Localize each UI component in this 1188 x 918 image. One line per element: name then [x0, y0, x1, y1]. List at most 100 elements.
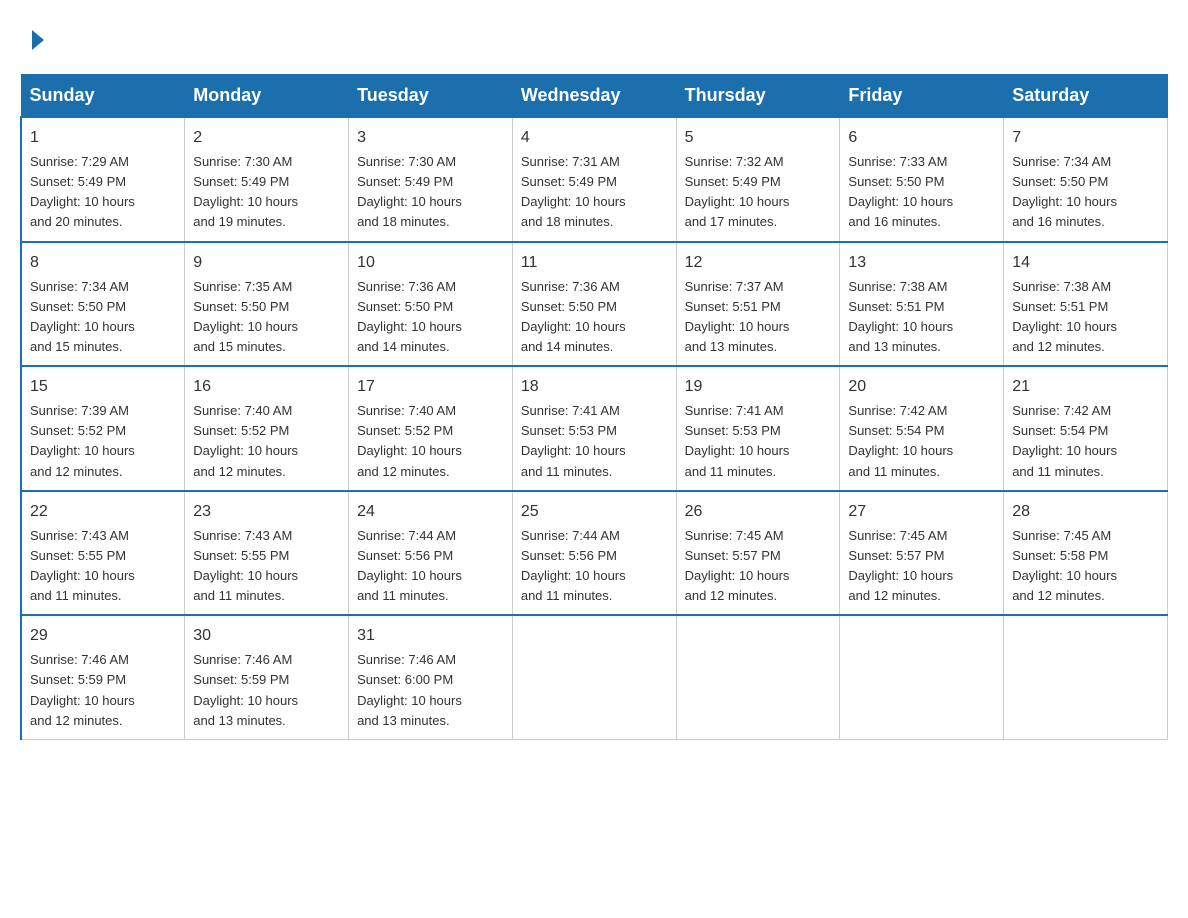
- day-number: 21: [1012, 375, 1159, 399]
- calendar-cell: 23Sunrise: 7:43 AMSunset: 5:55 PMDayligh…: [185, 491, 349, 616]
- day-info: Sunrise: 7:46 AMSunset: 5:59 PMDaylight:…: [193, 650, 340, 731]
- weekday-header-saturday: Saturday: [1004, 75, 1168, 118]
- weekday-header-sunday: Sunday: [21, 75, 185, 118]
- calendar-cell: [840, 615, 1004, 739]
- day-number: 2: [193, 126, 340, 150]
- calendar-cell: 12Sunrise: 7:37 AMSunset: 5:51 PMDayligh…: [676, 242, 840, 367]
- day-number: 14: [1012, 251, 1159, 275]
- calendar-cell: 24Sunrise: 7:44 AMSunset: 5:56 PMDayligh…: [349, 491, 513, 616]
- calendar-cell: 3Sunrise: 7:30 AMSunset: 5:49 PMDaylight…: [349, 117, 513, 242]
- calendar-cell: 21Sunrise: 7:42 AMSunset: 5:54 PMDayligh…: [1004, 366, 1168, 491]
- day-info: Sunrise: 7:41 AMSunset: 5:53 PMDaylight:…: [685, 401, 832, 482]
- day-info: Sunrise: 7:31 AMSunset: 5:49 PMDaylight:…: [521, 152, 668, 233]
- day-number: 12: [685, 251, 832, 275]
- week-row-1: 1Sunrise: 7:29 AMSunset: 5:49 PMDaylight…: [21, 117, 1168, 242]
- day-number: 10: [357, 251, 504, 275]
- day-number: 5: [685, 126, 832, 150]
- day-number: 20: [848, 375, 995, 399]
- calendar-cell: 19Sunrise: 7:41 AMSunset: 5:53 PMDayligh…: [676, 366, 840, 491]
- day-number: 15: [30, 375, 176, 399]
- week-row-5: 29Sunrise: 7:46 AMSunset: 5:59 PMDayligh…: [21, 615, 1168, 739]
- day-info: Sunrise: 7:29 AMSunset: 5:49 PMDaylight:…: [30, 152, 176, 233]
- day-info: Sunrise: 7:45 AMSunset: 5:58 PMDaylight:…: [1012, 526, 1159, 607]
- weekday-header-row: SundayMondayTuesdayWednesdayThursdayFrid…: [21, 75, 1168, 118]
- day-info: Sunrise: 7:39 AMSunset: 5:52 PMDaylight:…: [30, 401, 176, 482]
- calendar-cell: 7Sunrise: 7:34 AMSunset: 5:50 PMDaylight…: [1004, 117, 1168, 242]
- day-number: 7: [1012, 126, 1159, 150]
- day-info: Sunrise: 7:40 AMSunset: 5:52 PMDaylight:…: [357, 401, 504, 482]
- day-info: Sunrise: 7:45 AMSunset: 5:57 PMDaylight:…: [685, 526, 832, 607]
- day-info: Sunrise: 7:32 AMSunset: 5:49 PMDaylight:…: [685, 152, 832, 233]
- day-info: Sunrise: 7:34 AMSunset: 5:50 PMDaylight:…: [1012, 152, 1159, 233]
- calendar-cell: 4Sunrise: 7:31 AMSunset: 5:49 PMDaylight…: [512, 117, 676, 242]
- weekday-header-thursday: Thursday: [676, 75, 840, 118]
- day-info: Sunrise: 7:33 AMSunset: 5:50 PMDaylight:…: [848, 152, 995, 233]
- day-number: 25: [521, 500, 668, 524]
- weekday-header-monday: Monday: [185, 75, 349, 118]
- calendar-cell: 2Sunrise: 7:30 AMSunset: 5:49 PMDaylight…: [185, 117, 349, 242]
- day-info: Sunrise: 7:38 AMSunset: 5:51 PMDaylight:…: [1012, 277, 1159, 358]
- day-info: Sunrise: 7:44 AMSunset: 5:56 PMDaylight:…: [357, 526, 504, 607]
- calendar-cell: [1004, 615, 1168, 739]
- week-row-3: 15Sunrise: 7:39 AMSunset: 5:52 PMDayligh…: [21, 366, 1168, 491]
- day-number: 22: [30, 500, 176, 524]
- calendar-cell: 28Sunrise: 7:45 AMSunset: 5:58 PMDayligh…: [1004, 491, 1168, 616]
- calendar-cell: 14Sunrise: 7:38 AMSunset: 5:51 PMDayligh…: [1004, 242, 1168, 367]
- calendar-cell: 1Sunrise: 7:29 AMSunset: 5:49 PMDaylight…: [21, 117, 185, 242]
- week-row-4: 22Sunrise: 7:43 AMSunset: 5:55 PMDayligh…: [21, 491, 1168, 616]
- day-number: 9: [193, 251, 340, 275]
- logo-text: [30, 30, 46, 50]
- day-number: 13: [848, 251, 995, 275]
- day-info: Sunrise: 7:46 AMSunset: 5:59 PMDaylight:…: [30, 650, 176, 731]
- weekday-header-wednesday: Wednesday: [512, 75, 676, 118]
- day-info: Sunrise: 7:41 AMSunset: 5:53 PMDaylight:…: [521, 401, 668, 482]
- calendar-cell: 31Sunrise: 7:46 AMSunset: 6:00 PMDayligh…: [349, 615, 513, 739]
- day-info: Sunrise: 7:36 AMSunset: 5:50 PMDaylight:…: [357, 277, 504, 358]
- calendar-cell: [512, 615, 676, 739]
- day-number: 24: [357, 500, 504, 524]
- day-info: Sunrise: 7:37 AMSunset: 5:51 PMDaylight:…: [685, 277, 832, 358]
- day-info: Sunrise: 7:44 AMSunset: 5:56 PMDaylight:…: [521, 526, 668, 607]
- day-info: Sunrise: 7:35 AMSunset: 5:50 PMDaylight:…: [193, 277, 340, 358]
- day-info: Sunrise: 7:43 AMSunset: 5:55 PMDaylight:…: [30, 526, 176, 607]
- day-number: 8: [30, 251, 176, 275]
- calendar-cell: 13Sunrise: 7:38 AMSunset: 5:51 PMDayligh…: [840, 242, 1004, 367]
- calendar-cell: 20Sunrise: 7:42 AMSunset: 5:54 PMDayligh…: [840, 366, 1004, 491]
- day-number: 16: [193, 375, 340, 399]
- day-info: Sunrise: 7:38 AMSunset: 5:51 PMDaylight:…: [848, 277, 995, 358]
- calendar-cell: 16Sunrise: 7:40 AMSunset: 5:52 PMDayligh…: [185, 366, 349, 491]
- day-info: Sunrise: 7:36 AMSunset: 5:50 PMDaylight:…: [521, 277, 668, 358]
- calendar-cell: 22Sunrise: 7:43 AMSunset: 5:55 PMDayligh…: [21, 491, 185, 616]
- header: [20, 20, 1168, 54]
- day-number: 17: [357, 375, 504, 399]
- day-number: 3: [357, 126, 504, 150]
- day-number: 18: [521, 375, 668, 399]
- day-number: 31: [357, 624, 504, 648]
- day-number: 4: [521, 126, 668, 150]
- weekday-header-tuesday: Tuesday: [349, 75, 513, 118]
- week-row-2: 8Sunrise: 7:34 AMSunset: 5:50 PMDaylight…: [21, 242, 1168, 367]
- day-info: Sunrise: 7:46 AMSunset: 6:00 PMDaylight:…: [357, 650, 504, 731]
- day-info: Sunrise: 7:30 AMSunset: 5:49 PMDaylight:…: [357, 152, 504, 233]
- calendar-cell: 11Sunrise: 7:36 AMSunset: 5:50 PMDayligh…: [512, 242, 676, 367]
- day-number: 19: [685, 375, 832, 399]
- calendar-cell: 10Sunrise: 7:36 AMSunset: 5:50 PMDayligh…: [349, 242, 513, 367]
- day-number: 1: [30, 126, 176, 150]
- day-number: 29: [30, 624, 176, 648]
- day-info: Sunrise: 7:34 AMSunset: 5:50 PMDaylight:…: [30, 277, 176, 358]
- calendar-table: SundayMondayTuesdayWednesdayThursdayFrid…: [20, 74, 1168, 740]
- calendar-cell: 8Sunrise: 7:34 AMSunset: 5:50 PMDaylight…: [21, 242, 185, 367]
- day-info: Sunrise: 7:45 AMSunset: 5:57 PMDaylight:…: [848, 526, 995, 607]
- calendar-cell: 15Sunrise: 7:39 AMSunset: 5:52 PMDayligh…: [21, 366, 185, 491]
- calendar-cell: 26Sunrise: 7:45 AMSunset: 5:57 PMDayligh…: [676, 491, 840, 616]
- day-info: Sunrise: 7:42 AMSunset: 5:54 PMDaylight:…: [1012, 401, 1159, 482]
- logo-triangle-icon: [32, 30, 44, 50]
- calendar-cell: 6Sunrise: 7:33 AMSunset: 5:50 PMDaylight…: [840, 117, 1004, 242]
- day-info: Sunrise: 7:43 AMSunset: 5:55 PMDaylight:…: [193, 526, 340, 607]
- day-info: Sunrise: 7:42 AMSunset: 5:54 PMDaylight:…: [848, 401, 995, 482]
- calendar-cell: 30Sunrise: 7:46 AMSunset: 5:59 PMDayligh…: [185, 615, 349, 739]
- logo: [30, 30, 46, 44]
- calendar-cell: 9Sunrise: 7:35 AMSunset: 5:50 PMDaylight…: [185, 242, 349, 367]
- day-number: 6: [848, 126, 995, 150]
- calendar-cell: 29Sunrise: 7:46 AMSunset: 5:59 PMDayligh…: [21, 615, 185, 739]
